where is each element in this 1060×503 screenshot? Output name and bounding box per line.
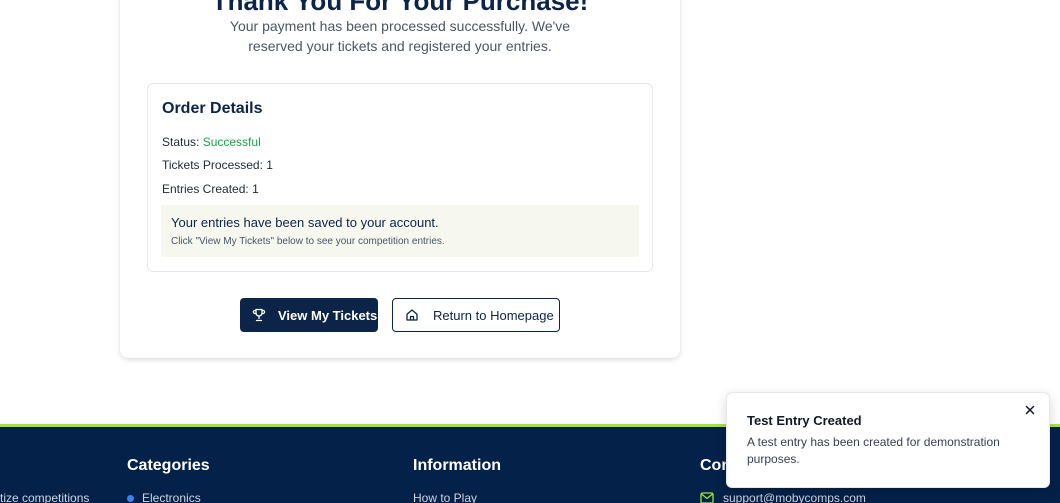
view-my-tickets-button[interactable]: View My Tickets — [240, 298, 378, 332]
trophy-icon — [252, 308, 266, 322]
entries-created-row: Entries Created: 1 — [162, 182, 259, 196]
page-title: Thank You For Your Purchase! — [211, 0, 589, 16]
footer-information-heading: Information — [413, 457, 501, 474]
confirmation-subtitle: Your payment has been processed successf… — [229, 18, 571, 54]
return-to-homepage-button[interactable]: Return to Homepage — [392, 298, 560, 332]
close-icon[interactable] — [1023, 403, 1037, 417]
tickets-processed-row: Tickets Processed: 1 — [162, 158, 273, 172]
entries-saved-note: Your entries have been saved to your acc… — [161, 205, 639, 257]
entries-saved-message: Your entries have been saved to your acc… — [171, 215, 439, 230]
order-details-panel: Order Details Status: Successful Tickets… — [147, 83, 653, 272]
toast-message: A test entry has been created for demons… — [747, 435, 1000, 466]
confirmation-card: Thank You For Your Purchase! Your paymen… — [120, 0, 680, 358]
entries-created-value: 1 — [252, 182, 259, 196]
entries-saved-hint: Click "View My Tickets" below to see you… — [171, 236, 445, 247]
footer-how-to-play-link[interactable]: How to Play — [413, 491, 477, 503]
mail-icon — [700, 491, 714, 503]
status-label: Status: — [162, 135, 200, 149]
footer-category-label: Electronics — [142, 491, 201, 503]
return-to-homepage-label: Return to Homepage — [433, 307, 554, 323]
footer-category-link[interactable]: Electronics — [127, 491, 201, 503]
tickets-processed-label: Tickets Processed: — [162, 158, 263, 172]
toast-title: Test Entry Created — [747, 413, 862, 428]
tickets-processed-value: 1 — [266, 158, 273, 172]
order-details-title: Order Details — [162, 100, 263, 117]
footer-about-text: tize competitions — [0, 491, 90, 503]
view-my-tickets-label: View My Tickets — [278, 307, 378, 323]
footer-email-link[interactable]: support@mobycomps.com — [723, 491, 866, 503]
footer-categories-heading: Categories — [127, 457, 210, 474]
home-icon — [405, 308, 419, 322]
entries-created-label: Entries Created: — [162, 182, 249, 196]
status-value: Successful — [202, 135, 261, 149]
toast-notification: Test Entry Created A test entry has been… — [726, 392, 1050, 488]
order-status-row: Status: Successful — [162, 135, 261, 149]
bullet-icon — [127, 495, 134, 503]
